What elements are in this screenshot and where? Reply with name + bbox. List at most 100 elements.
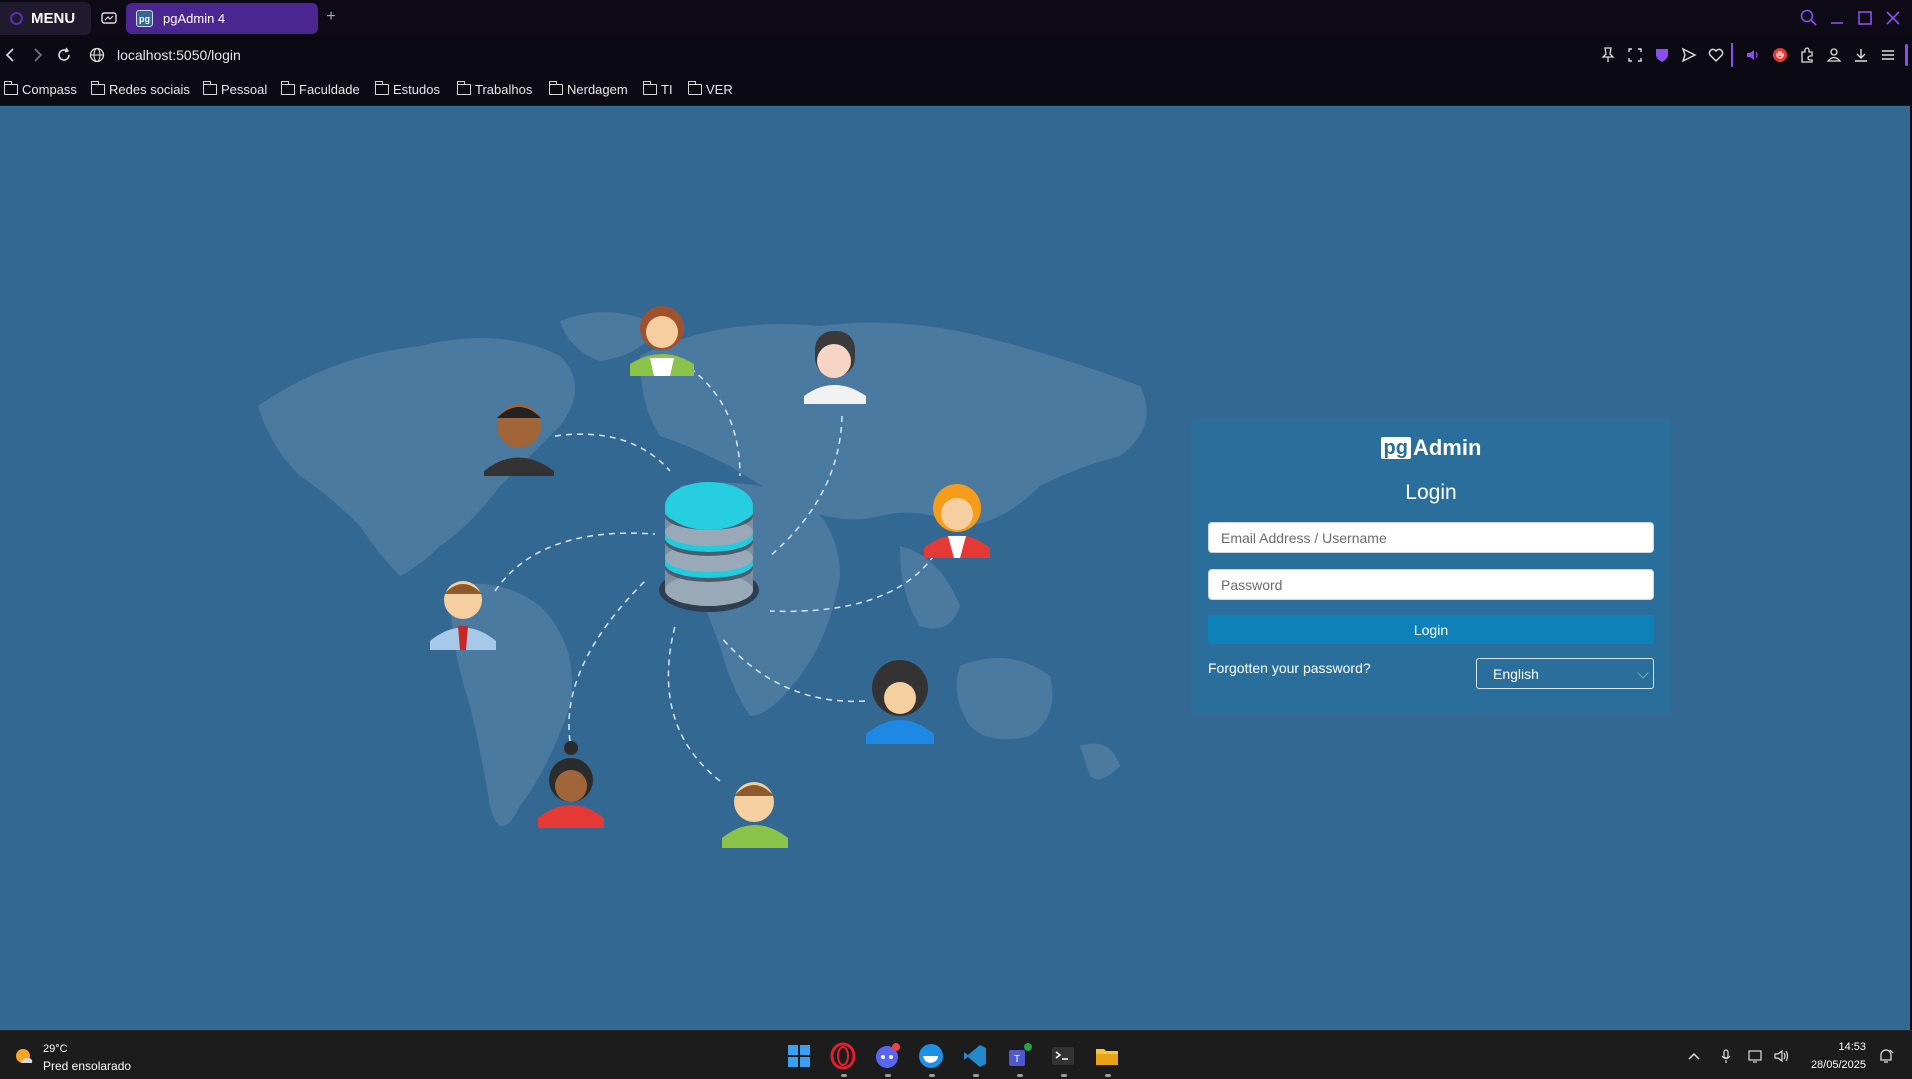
running-indicator [1105, 1074, 1111, 1077]
pgadmin-login-page: pgAdmin Login Login Forgotten your passw… [0, 106, 1910, 1030]
terminal-icon[interactable] [1048, 1041, 1078, 1071]
close-icon[interactable] [1883, 8, 1903, 28]
new-tab-icon[interactable]: + [322, 8, 340, 26]
tab-pgadmin[interactable]: pg pgAdmin 4 [126, 3, 318, 34]
weather-description[interactable]: Pred ensolarado [43, 1059, 131, 1073]
weather-sun-icon[interactable] [13, 1045, 35, 1067]
clock-date[interactable]: 28/05/2025 [1796, 1059, 1866, 1071]
windows-start-icon[interactable] [784, 1041, 814, 1071]
browser-menu-button[interactable]: MENU [0, 2, 91, 35]
bookmark-folder[interactable]: Compass [4, 80, 77, 98]
bookmark-folder[interactable]: Estudos [375, 80, 440, 98]
database-icon [659, 482, 759, 612]
globe-icon [89, 47, 105, 63]
folder-icon [457, 80, 471, 95]
vscode-icon[interactable] [960, 1041, 990, 1071]
bookmark-folder[interactable]: Redes sociais [91, 80, 190, 98]
folder-icon [688, 80, 702, 95]
menu-label: MENU [31, 10, 76, 27]
file-explorer-icon[interactable] [1092, 1041, 1122, 1071]
reload-icon[interactable] [55, 46, 73, 64]
logo-suffix: Admin [1412, 435, 1482, 460]
forgot-password-link[interactable]: Forgotten your password? [1208, 660, 1371, 676]
url-field[interactable]: localhost:5050/login [117, 47, 241, 63]
download-icon[interactable] [1852, 46, 1870, 64]
language-select[interactable]: English [1476, 658, 1654, 689]
bookmark-label: Faculdade [299, 81, 360, 97]
pgadmin-logo: pg Admin [1191, 435, 1671, 461]
search-icon[interactable] [1799, 8, 1819, 28]
folder-icon [4, 80, 18, 95]
running-indicator [841, 1074, 847, 1077]
microphone-icon[interactable] [1717, 1048, 1735, 1064]
easy-setup-icon[interactable] [1879, 46, 1897, 64]
chevron-up-icon[interactable] [1685, 1048, 1703, 1064]
folder-icon [91, 80, 105, 95]
running-indicator [929, 1074, 935, 1077]
speaker-icon[interactable] [1744, 46, 1762, 64]
pgadmin-favicon-icon: pg [136, 10, 153, 27]
folder-icon [281, 80, 295, 95]
language-selected: English [1493, 666, 1539, 682]
running-indicator [973, 1074, 979, 1077]
bookmark-folder[interactable]: Trabalhos [457, 80, 532, 98]
tab-islands-icon[interactable] [100, 9, 118, 27]
login-card: pgAdmin Login Login Forgotten your passw… [1191, 419, 1671, 714]
avatar-man-green [722, 782, 788, 848]
send-icon[interactable] [1680, 46, 1698, 64]
password-field[interactable] [1208, 569, 1654, 600]
notification-bell-icon[interactable] [1877, 1048, 1895, 1064]
bookmark-label: Estudos [393, 81, 440, 97]
folder-icon [549, 80, 563, 95]
bookmark-folder[interactable]: VER [688, 80, 733, 98]
browser-tabbar: MENU pg pgAdmin 4 + [0, 0, 1912, 37]
opera-logo-icon [10, 12, 23, 25]
bookmark-label: Nerdagem [567, 81, 628, 97]
toolbar-divider [1731, 43, 1733, 67]
email-field[interactable] [1208, 522, 1654, 553]
running-indicator [1061, 1074, 1067, 1077]
vpn-shield-icon[interactable] [1653, 46, 1671, 64]
folder-icon [375, 80, 389, 95]
teams-icon[interactable]: T [1004, 1041, 1034, 1071]
back-icon[interactable] [2, 46, 20, 64]
bookmark-label: TI [661, 81, 673, 97]
weather-temperature[interactable]: 29°C [43, 1043, 68, 1055]
volume-icon[interactable] [1773, 1048, 1791, 1064]
bookmark-folder[interactable]: TI [643, 80, 673, 98]
windows-taskbar: 29°C Pred ensolarado T 14:53 28/05/2025 [0, 1030, 1912, 1079]
folder-icon [643, 80, 657, 95]
opera-icon[interactable] [828, 1041, 858, 1071]
snapshot-icon[interactable] [1626, 46, 1644, 64]
bookmark-label: Compass [22, 81, 77, 97]
login-button[interactable]: Login [1208, 615, 1654, 644]
bookmark-label: Redes sociais [109, 81, 190, 97]
forward-icon[interactable] [28, 46, 46, 64]
discord-icon[interactable] [872, 1041, 902, 1071]
bookmark-folder[interactable]: Faculdade [281, 80, 360, 98]
bookmark-folder[interactable]: Pessoal [203, 80, 267, 98]
maximize-icon[interactable] [1855, 8, 1875, 28]
folder-icon [203, 80, 217, 95]
adblock-icon[interactable] [1771, 46, 1789, 64]
sidebar-indicator [1905, 44, 1908, 66]
network-icon[interactable] [1747, 1048, 1765, 1064]
profile-icon[interactable] [1825, 46, 1843, 64]
clock-time[interactable]: 14:53 [1806, 1041, 1866, 1053]
running-indicator [1017, 1074, 1023, 1077]
bookmark-label: Trabalhos [475, 81, 533, 97]
svg-text:T: T [1014, 1054, 1020, 1065]
heart-icon[interactable] [1707, 46, 1725, 64]
chevron-down-icon [1637, 667, 1649, 679]
logo-prefix: pg [1380, 437, 1411, 459]
pin-icon[interactable] [1599, 46, 1617, 64]
bookmark-label: VER [706, 81, 733, 97]
bookmark-folder[interactable]: Nerdagem [549, 80, 628, 98]
docker-icon[interactable] [916, 1041, 946, 1071]
avatar-afro [866, 660, 934, 744]
login-title: Login [1405, 481, 1457, 504]
extensions-icon[interactable] [1798, 46, 1816, 64]
tab-title: pgAdmin 4 [163, 11, 226, 26]
running-indicator [885, 1074, 891, 1077]
minimize-icon[interactable] [1827, 8, 1847, 28]
